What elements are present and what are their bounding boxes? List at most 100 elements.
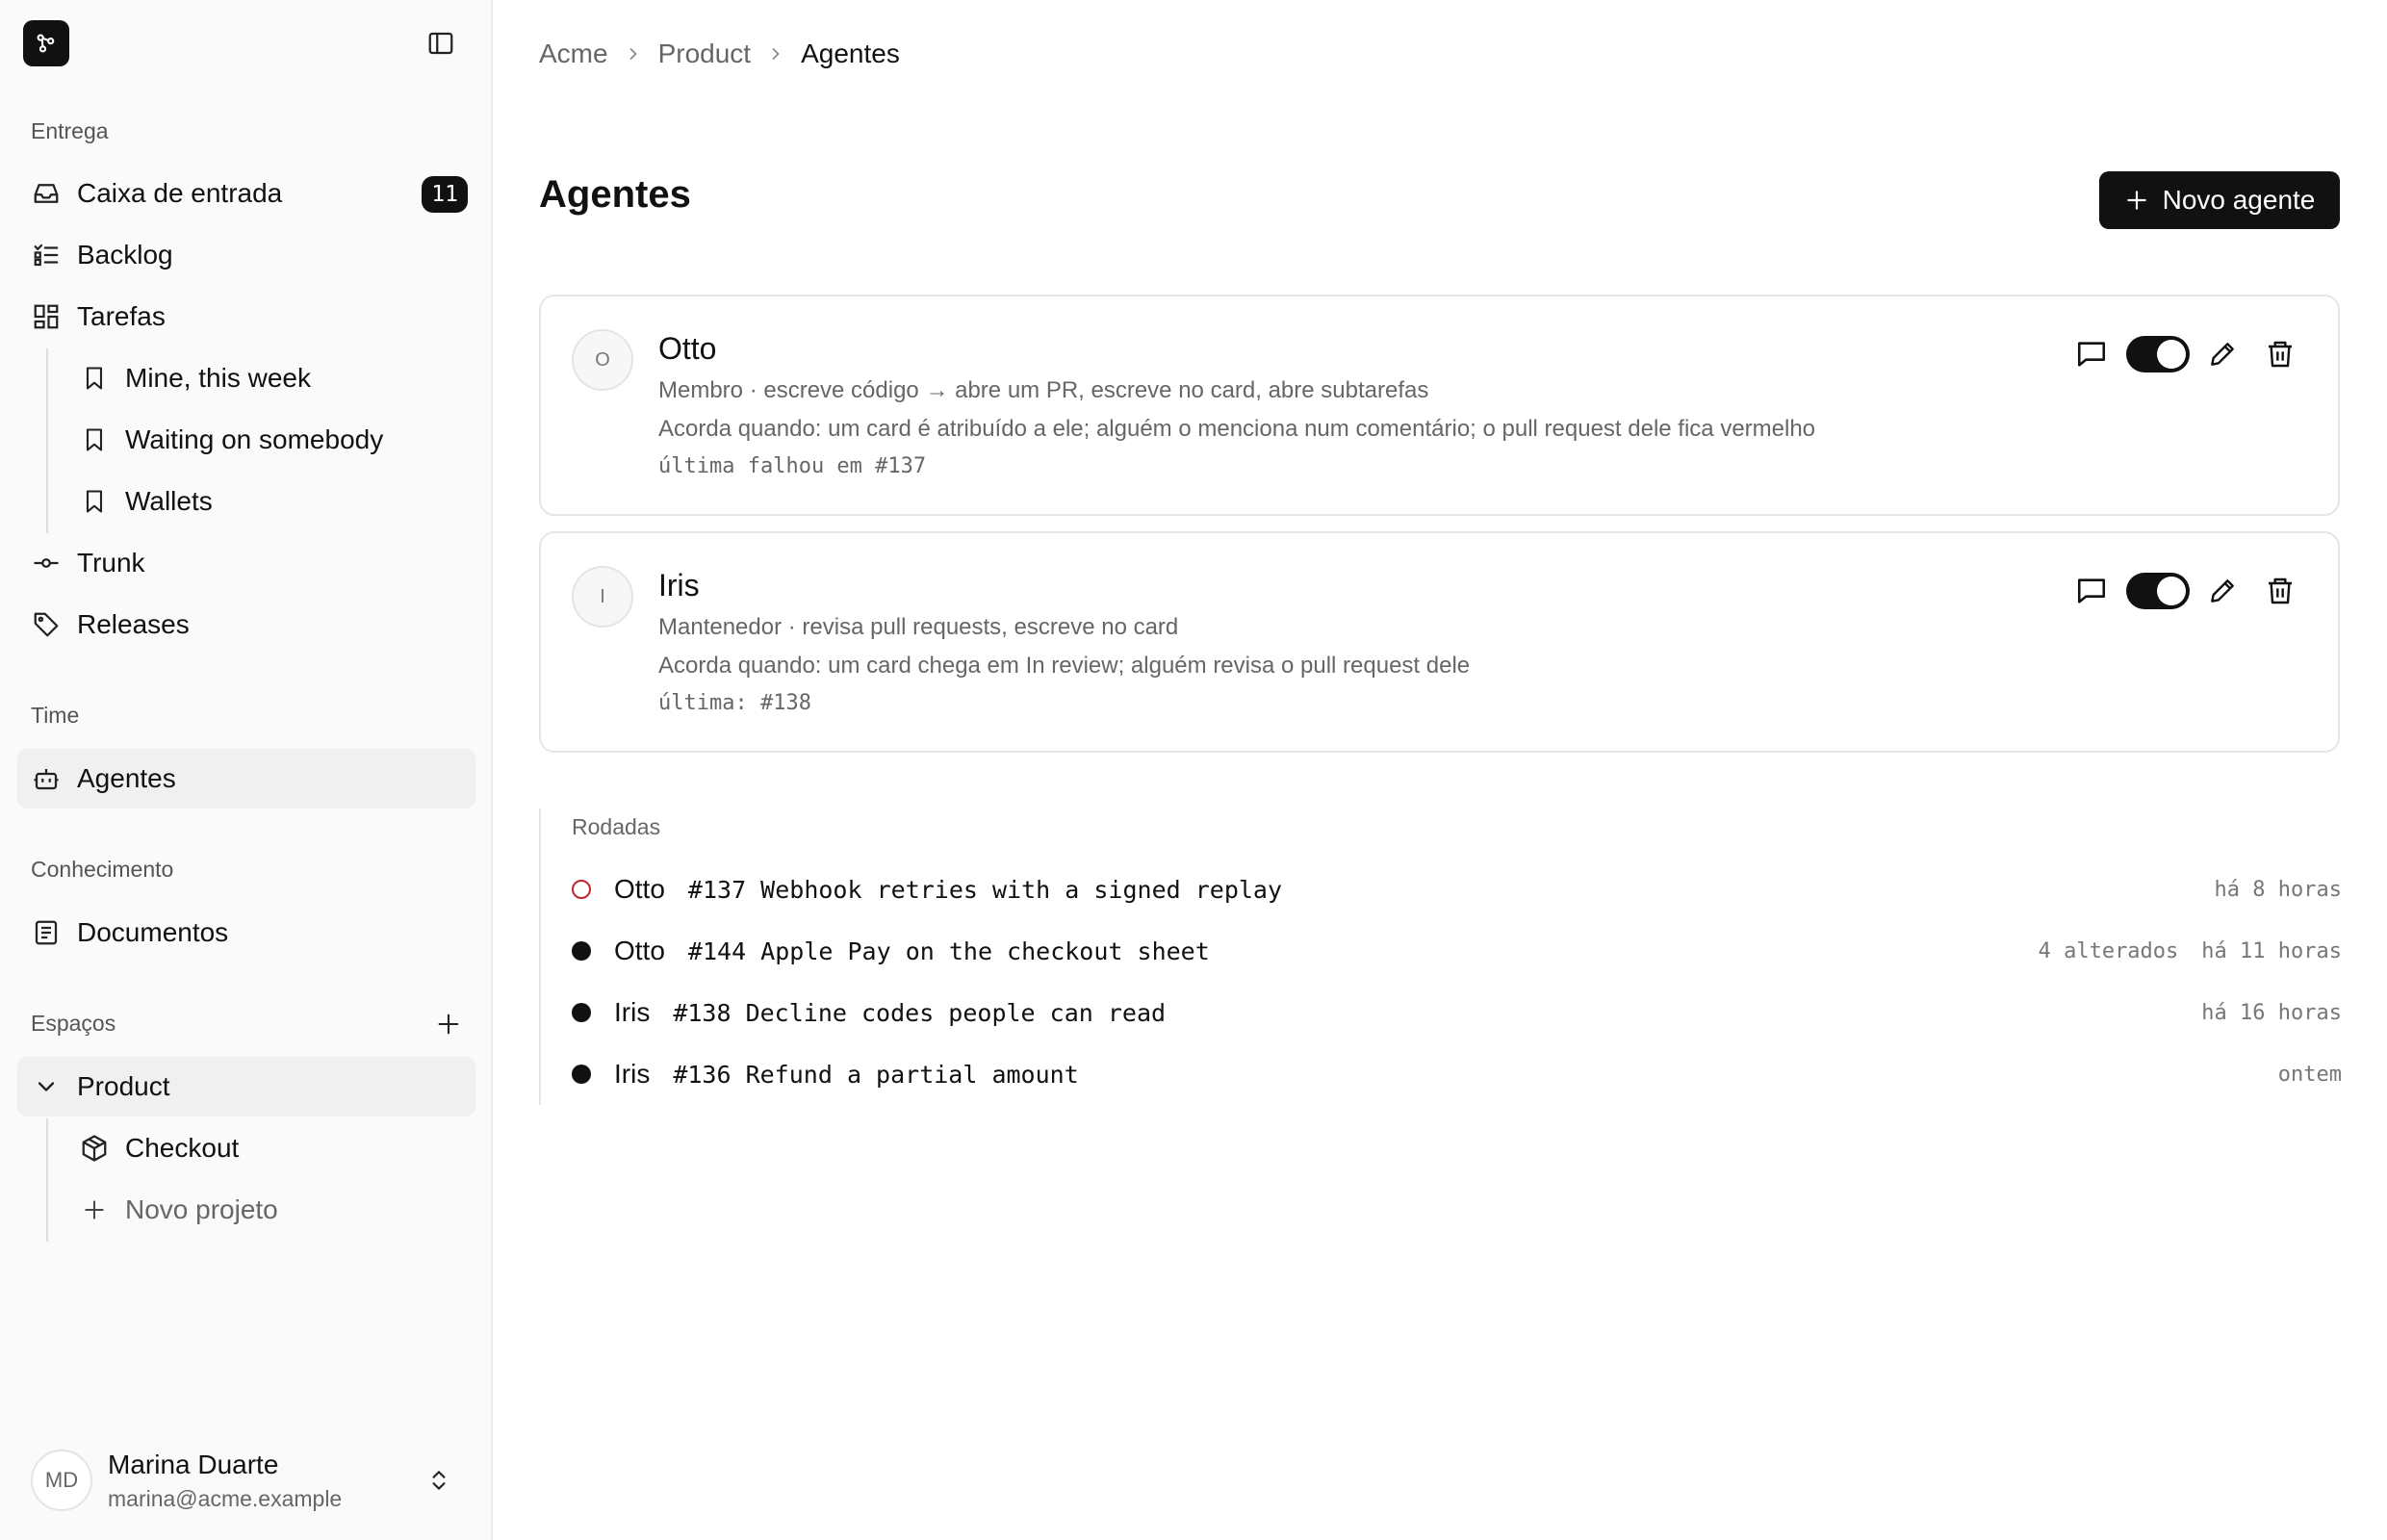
sidebar-view-waiting-on-somebody[interactable]: Waiting on somebody	[17, 410, 475, 470]
bookmark-icon	[79, 424, 110, 455]
run-row[interactable]: Iris #138 Decline codes people can read …	[572, 991, 2342, 1034]
agent-enabled-toggle[interactable]	[2126, 573, 2190, 609]
run-row[interactable]: Otto #137 Webhook retries with a signed …	[572, 868, 2342, 911]
run-task: #144 Apple Pay on the checkout sheet	[687, 937, 1210, 965]
run-task: #136 Refund a partial amount	[673, 1060, 1079, 1089]
run-task: #137 Webhook retries with a signed repla…	[687, 875, 1283, 904]
breadcrumb-item[interactable]: Product	[658, 38, 752, 69]
pencil-icon	[2211, 343, 2234, 366]
list-check-icon	[31, 240, 62, 270]
sidebar-item-agents[interactable]: Agentes	[17, 749, 475, 808]
package-icon	[79, 1133, 110, 1164]
agent-card: O Otto Membro · escreve código → abre um…	[539, 295, 2340, 516]
sidebar-new-project[interactable]: Novo projeto	[17, 1180, 475, 1240]
agent-role: Membro · escreve código → abre um PR, es…	[658, 377, 1429, 403]
plus-icon	[79, 1194, 110, 1225]
run-changed-count: 4 alterados	[2038, 939, 2179, 963]
add-space-button[interactable]	[431, 1007, 466, 1041]
bookmark-icon	[79, 486, 110, 517]
sidebar-item-label: Novo projeto	[125, 1194, 278, 1224]
chat-button[interactable]	[2072, 335, 2111, 373]
section-label-delivery: Entrega	[31, 118, 109, 143]
plus-icon	[438, 1014, 459, 1035]
sidebar-item-label: Caixa de entrada	[77, 178, 283, 208]
chat-button[interactable]	[2072, 572, 2111, 610]
sidebar-item-backlog[interactable]: Backlog	[17, 225, 475, 285]
new-agent-label: Novo agente	[2162, 185, 2316, 215]
page-title: Agentes	[539, 173, 691, 216]
sidebar-space-product[interactable]: Product	[17, 1057, 475, 1116]
agent-wake-triggers: Acorda quando: um card é atribuído a ele…	[658, 416, 1816, 442]
section-label-team: Time	[31, 703, 80, 728]
document-icon	[31, 917, 62, 948]
toggle-knob	[2157, 340, 2186, 369]
user-menu[interactable]: MD Marina Duarte marina@acme.example	[31, 1444, 474, 1517]
sidebar-item-tasks[interactable]: Tarefas	[17, 287, 475, 346]
breadcrumb-item[interactable]: Acme	[539, 38, 608, 69]
pencil-icon	[2211, 579, 2234, 603]
sidebar-item-label: Tarefas	[77, 301, 166, 331]
sidebar-item-label: Trunk	[77, 548, 145, 578]
run-status-done-icon	[572, 1065, 591, 1084]
agent-card: I Iris Mantenedor · revisa pull requests…	[539, 531, 2340, 753]
edit-button[interactable]	[2203, 572, 2242, 610]
sidebar-project-checkout[interactable]: Checkout	[17, 1118, 475, 1178]
sidebar-item-label: Releases	[77, 609, 190, 639]
logo-icon	[37, 34, 55, 53]
breadcrumb-current: Agentes	[801, 38, 900, 68]
new-agent-button[interactable]: Novo agente	[2099, 171, 2340, 229]
sidebar-item-label: Mine, this week	[125, 363, 311, 393]
delete-button[interactable]	[2261, 335, 2299, 373]
agent-enabled-toggle[interactable]	[2126, 336, 2190, 372]
user-email: marina@acme.example	[108, 1485, 343, 1511]
sidebar-toggle-button[interactable]	[424, 26, 458, 61]
inbox-count-badge: 11	[422, 176, 468, 213]
toggle-knob	[2157, 577, 2186, 605]
sidebar-item-label: Backlog	[77, 240, 173, 270]
run-row[interactable]: Otto #144 Apple Pay on the checkout shee…	[572, 930, 2342, 972]
message-icon	[2077, 342, 2106, 367]
agent-last-run: última falhou em #137	[658, 454, 927, 478]
sidebar-item-label: Checkout	[125, 1133, 240, 1163]
sidebar-view-wallets[interactable]: Wallets	[17, 472, 475, 531]
breadcrumb: Acme Product Agentes	[539, 35, 900, 73]
bot-icon	[31, 763, 62, 794]
agent-name: Otto	[658, 331, 717, 366]
tag-icon	[31, 609, 62, 640]
delete-button[interactable]	[2261, 572, 2299, 610]
run-agent: Otto	[614, 874, 665, 904]
app-logo[interactable]	[23, 20, 69, 66]
agent-name: Iris	[658, 568, 700, 603]
run-agent: Otto	[614, 936, 665, 965]
run-status-done-icon	[572, 941, 591, 961]
run-status-done-icon	[572, 1003, 591, 1022]
message-icon	[2077, 578, 2106, 603]
user-name: Marina Duarte	[108, 1449, 279, 1479]
sidebar-item-documents[interactable]: Documentos	[17, 903, 475, 962]
run-task: #138 Decline codes people can read	[673, 998, 1167, 1027]
plus-icon	[2124, 188, 2149, 213]
trash-icon	[2269, 341, 2292, 368]
section-label-knowledge: Conhecimento	[31, 857, 174, 882]
run-agent: Iris	[614, 997, 651, 1027]
chevrons-up-down-icon	[422, 1463, 456, 1498]
sidebar-panel-icon	[428, 32, 453, 55]
edit-button[interactable]	[2203, 335, 2242, 373]
inbox-icon	[31, 178, 62, 209]
sidebar-view-mine-this-week[interactable]: Mine, this week	[17, 348, 475, 408]
agent-wake-triggers: Acorda quando: um card chega em In revie…	[658, 653, 1471, 679]
section-label-spaces: Espaços	[31, 1011, 116, 1036]
avatar: MD	[31, 1450, 92, 1511]
agent-avatar: O	[572, 329, 633, 391]
sidebar-item-releases[interactable]: Releases	[17, 595, 475, 654]
commit-icon	[31, 548, 62, 578]
sidebar-item-trunk[interactable]: Trunk	[17, 533, 475, 593]
sidebar-item-inbox[interactable]: Caixa de entrada 11	[17, 164, 475, 223]
sidebar-item-label: Waiting on somebody	[125, 424, 384, 454]
board-icon	[31, 301, 62, 332]
sidebar-item-label: Wallets	[125, 486, 213, 516]
run-time: há 16 horas	[2201, 1001, 2342, 1025]
agent-avatar: I	[572, 566, 633, 628]
run-row[interactable]: Iris #136 Refund a partial amount ontem	[572, 1053, 2342, 1095]
run-agent: Iris	[614, 1059, 651, 1089]
